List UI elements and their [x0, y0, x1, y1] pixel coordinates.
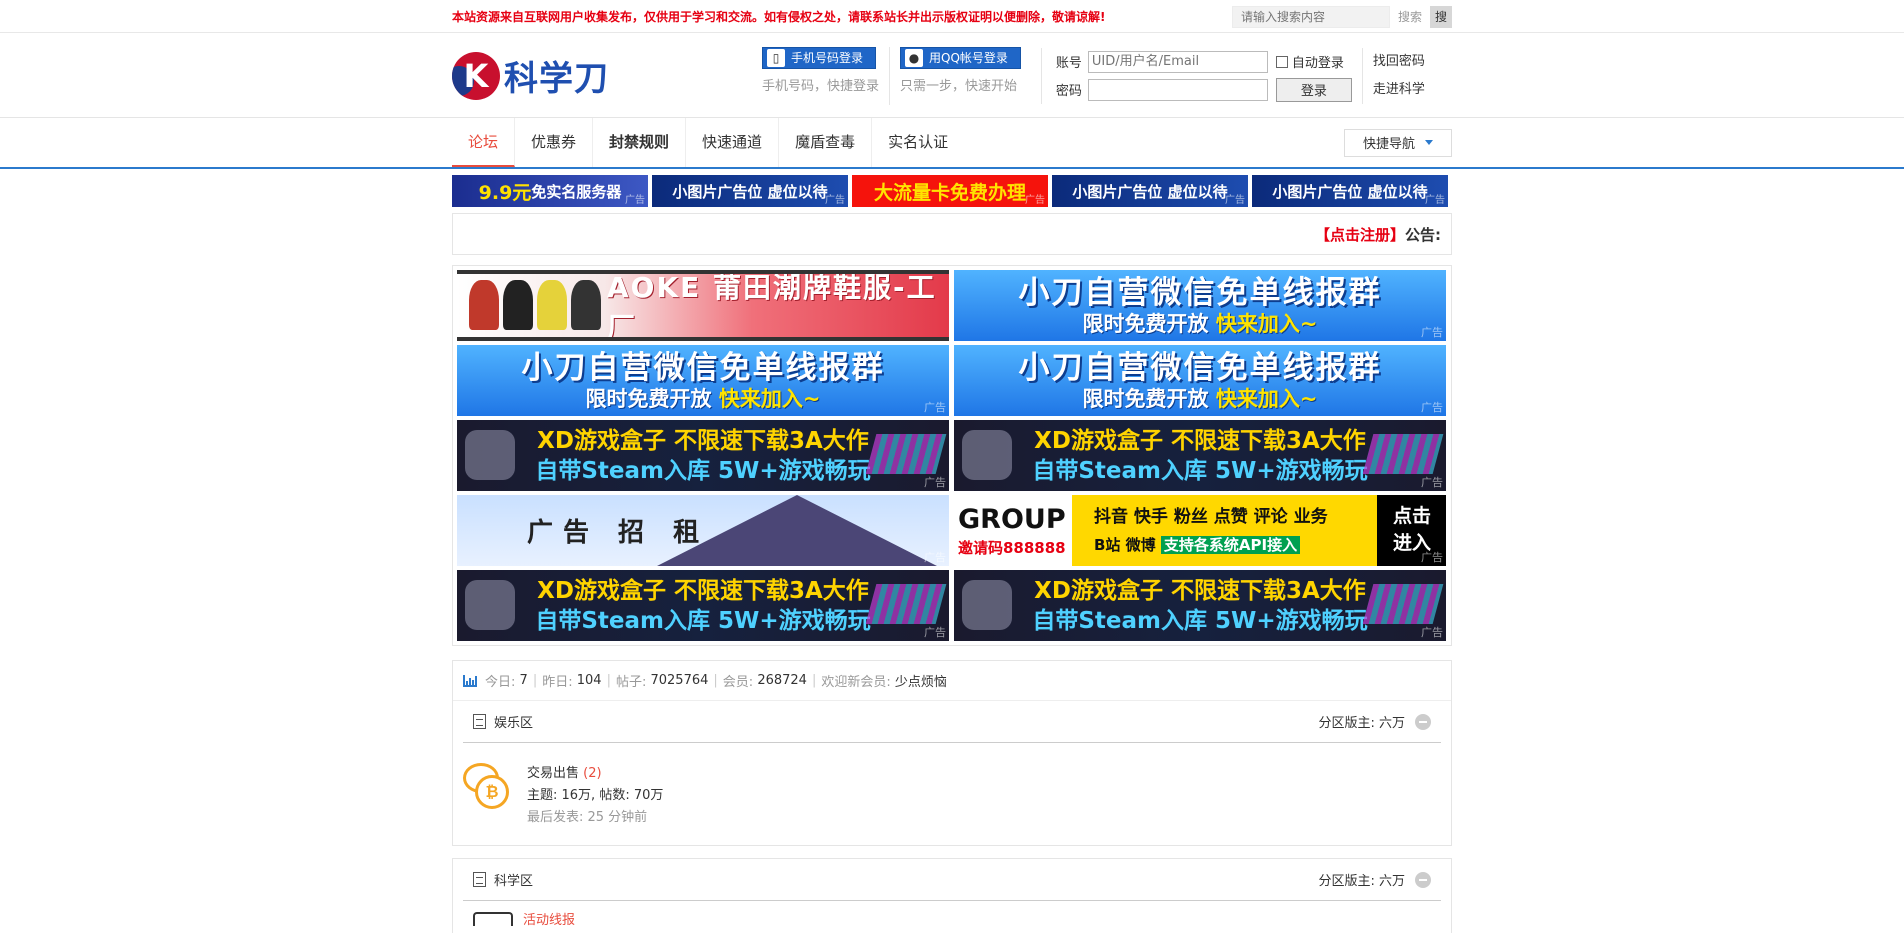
shoes-image — [469, 280, 601, 330]
nav-item-quick-access[interactable]: 快速通道 — [686, 118, 780, 167]
forum-section: 今日: 7 | 昨日: 104 | 帖子: 7025764 | 会员: 2687… — [452, 660, 1452, 846]
keyboard-icon — [865, 434, 947, 474]
keyboard-icon — [1362, 584, 1444, 624]
qq-login-subtitle: 只需一步，快速开始 — [900, 78, 1018, 94]
stat-yesterday: 104 — [576, 673, 602, 688]
banner-ad-group-services[interactable]: GROUP 邀请码888888 抖音 快手 粉丝 点赞 评论 业务 B站 微博 … — [954, 495, 1446, 566]
small-ad-placeholder[interactable]: 小图片广告位 虚位以待 广告 — [1252, 175, 1448, 207]
announcement-label: 公告: — [1405, 225, 1441, 244]
caret-down-icon — [1425, 140, 1433, 145]
logo-icon: K — [452, 51, 500, 100]
copyright-notice: 本站资源来自互联网用户收集发布，仅供用于学习和交流。如有侵权之处，请联系站长并出… — [452, 10, 1106, 24]
main-nav: 论坛 优惠券 封禁规则 快速通道 魔盾查毒 实名认证 快捷导航 — [0, 118, 1904, 169]
category-title[interactable]: 娱乐区 — [494, 712, 533, 731]
banner-ad-shoes[interactable]: AOKE 莆田潮牌鞋服-工厂 — [457, 270, 949, 341]
document-icon — [473, 872, 486, 887]
announcement-bar: 【点击注册】 公告: — [452, 213, 1452, 255]
banner-ad-game-box[interactable]: XD游戏盒子 不限速下载3A大作 自带Steam入库 5W+游戏畅玩 广告 — [457, 570, 949, 641]
nav-item-virus-scan[interactable]: 魔盾查毒 — [779, 118, 873, 167]
quick-nav-dropdown[interactable]: 快捷导航 — [1343, 128, 1452, 157]
qq-login-button[interactable]: ● 用QQ帐号登录 — [900, 46, 1021, 69]
register-link[interactable]: 【点击注册】 — [1315, 224, 1405, 245]
qq-login-block: ● 用QQ帐号登录 只需一步，快速开始 — [890, 46, 1031, 105]
nav-item-ban-rules[interactable]: 封禁规则 — [593, 118, 687, 167]
collapse-icon[interactable] — [1415, 713, 1431, 730]
banner-ad-game-box[interactable]: XD游戏盒子 不限速下载3A大作 自带Steam入库 5W+游戏畅玩 广告 — [457, 420, 949, 491]
stat-today: 7 — [519, 673, 528, 688]
document-icon — [473, 714, 486, 729]
banner-ad-wechat-group[interactable]: 小刀自营微信免单线报群 限时免费开放 快来加入~ 广告 — [954, 270, 1446, 341]
find-password-link[interactable]: 找回密码 — [1373, 48, 1425, 76]
category-title[interactable]: 科学区 — [494, 870, 533, 889]
password-label: 密码 — [1055, 84, 1082, 99]
gamepad-icon — [465, 430, 515, 480]
small-ad-data-card[interactable]: 大流量卡免费办理 广告 — [852, 175, 1048, 207]
board-new-count: (2) — [583, 766, 602, 781]
banner-ad-game-box[interactable]: XD游戏盒子 不限速下载3A大作 自带Steam入库 5W+游戏畅玩 广告 — [954, 420, 1446, 491]
username-input[interactable] — [1087, 50, 1268, 73]
banner-ad-game-box[interactable]: XD游戏盒子 不限速下载3A大作 自带Steam入库 5W+游戏畅玩 广告 — [954, 570, 1446, 641]
keyboard-icon — [865, 584, 947, 624]
board-name[interactable]: 活动线报 — [523, 909, 575, 928]
small-ads: 9.9元 免实名服务器 广告 小图片广告位 虚位以待 广告 大流量卡免费办理 广告 小… — [452, 175, 1452, 207]
search-button[interactable]: 搜 — [1430, 5, 1452, 28]
small-ad-placeholder[interactable]: 小图片广告位 虚位以待 广告 — [1052, 175, 1248, 207]
stat-members: 268724 — [757, 673, 807, 688]
top-search: 搜索 搜 — [1231, 5, 1452, 28]
banner-ad-wechat-group[interactable]: 小刀自营微信免单线报群 限时免费开放 快来加入~ 广告 — [457, 345, 949, 416]
phone-icon: ▯ — [767, 48, 785, 67]
phone-login-block: ▯ 手机号码登录 手机号码，快捷登录 — [752, 46, 891, 105]
board-last-post[interactable]: 最后发表: 25 分钟前 — [527, 807, 663, 829]
gamepad-icon — [962, 580, 1012, 630]
board-icon — [473, 911, 513, 926]
gamepad-icon — [465, 580, 515, 630]
search-link[interactable]: 搜索 — [1398, 8, 1422, 25]
header: K 科学刀 ▯ 手机号码登录 手机号码，快捷登录 ● 用QQ帐号登录 只需一步，… — [0, 33, 1904, 118]
account-label: 账号 — [1055, 56, 1082, 71]
new-member-link[interactable]: 少点烦恼 — [895, 671, 947, 690]
phone-login-subtitle: 手机号码，快捷登录 — [762, 78, 880, 94]
site-logo[interactable]: K 科学刀 — [452, 51, 752, 100]
board-meta: 主题: 16万, 帖数: 70万 — [527, 788, 664, 803]
keyboard-icon — [1362, 434, 1444, 474]
top-bar: 本站资源来自互联网用户收集发布，仅供用于学习和交流。如有侵权之处，请联系站长并出… — [0, 0, 1904, 33]
nav-item-verification[interactable]: 实名认证 — [872, 118, 964, 167]
enter-site-link[interactable]: 走进科学 — [1373, 76, 1425, 104]
qq-icon: ● — [905, 48, 924, 67]
phone-login-button[interactable]: ▯ 手机号码登录 — [762, 46, 877, 69]
moderator-link[interactable]: 六万 — [1379, 874, 1405, 889]
moderator-link[interactable]: 六万 — [1379, 716, 1405, 731]
category-header-science: 科学区 分区版主: 六万 — [463, 859, 1441, 901]
banner-ad-wechat-group[interactable]: 小刀自营微信免单线报群 限时免费开放 快来加入~ 广告 — [954, 345, 1446, 416]
social-logins: ▯ 手机号码登录 手机号码，快捷登录 ● 用QQ帐号登录 只需一步，快速开始 — [752, 46, 1031, 105]
logo-text: 科学刀 — [504, 59, 609, 99]
search-input[interactable] — [1231, 5, 1390, 28]
account-links: 找回密码 走进科学 — [1361, 47, 1425, 104]
forum-stats: 今日: 7 | 昨日: 104 | 帖子: 7025764 | 会员: 2687… — [453, 661, 1451, 701]
banner-ads-grid: AOKE 莆田潮牌鞋服-工厂 小刀自营微信免单线报群 限时免费开放 快来加入~ … — [452, 265, 1452, 646]
board-name[interactable]: 交易出售 — [527, 766, 579, 781]
nav-item-coupons[interactable]: 优惠券 — [515, 118, 594, 167]
auto-login-checkbox[interactable]: 自动登录 — [1275, 52, 1344, 71]
gamepad-icon — [962, 430, 1012, 480]
stat-posts: 7025764 — [650, 673, 709, 688]
collapse-icon[interactable] — [1415, 871, 1431, 888]
bitcoin-chat-icon: ₿ — [463, 763, 511, 813]
login-form: 账号 自动登录 密码 登录 — [1056, 48, 1352, 104]
checkbox-icon — [1275, 55, 1288, 68]
category-header-entertainment: 娱乐区 分区版主: 六万 — [463, 701, 1441, 743]
login-button[interactable]: 登录 — [1275, 77, 1352, 102]
small-ad-server[interactable]: 9.9元 免实名服务器 广告 — [452, 175, 648, 207]
forum-section: 科学区 分区版主: 六万 活动线报 — [452, 858, 1452, 933]
password-input[interactable] — [1087, 78, 1268, 101]
chart-icon — [463, 674, 477, 687]
board-item: 活动线报 — [453, 901, 1451, 933]
account-login: 账号 自动登录 密码 登录 找回密码 走进科学 — [1040, 47, 1425, 104]
board-item: ₿ 交易出售 (2) 主题: 16万, 帖数: 70万 最后发表: 25 分钟前 — [453, 743, 1451, 845]
banner-ad-for-rent[interactable]: 广告 招 租 广告 — [457, 495, 949, 566]
small-ad-placeholder[interactable]: 小图片广告位 虚位以待 广告 — [652, 175, 848, 207]
nav-item-forum[interactable]: 论坛 — [452, 118, 516, 167]
